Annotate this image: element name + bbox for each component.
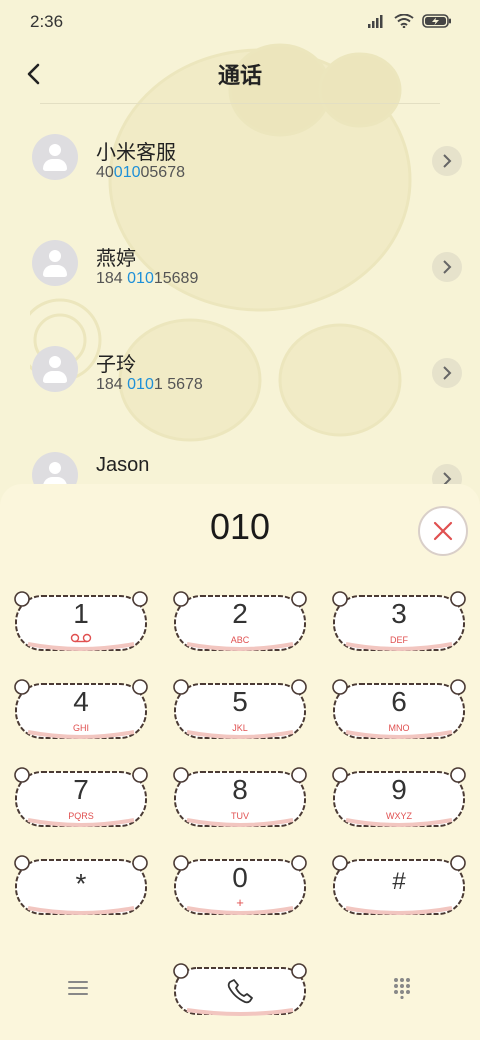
avatar — [32, 346, 78, 392]
key-digit: 3 — [391, 598, 407, 629]
header: 通话 — [0, 44, 480, 104]
key-digit: 4 — [73, 686, 89, 717]
key-letters: + — [236, 895, 244, 910]
details-button[interactable] — [432, 252, 462, 282]
contact-name: 燕婷 — [96, 248, 136, 270]
key-digit: 5 — [232, 686, 248, 717]
chevron-right-icon — [443, 260, 452, 274]
key-star[interactable]: * — [12, 854, 150, 918]
key-8[interactable]: 8 TUV — [171, 766, 309, 830]
key-digit: * — [75, 868, 87, 899]
battery-charging-icon — [422, 14, 451, 28]
dialpad: 010 1 2 ABC 3 DEF 4 GHI 5 JKL 6 MNO 7 PQ… — [0, 484, 480, 1040]
contact-number: 4001005678 — [96, 164, 185, 181]
key-4[interactable]: 4 GHI — [12, 678, 150, 742]
signal-icon — [368, 15, 383, 28]
key-6[interactable]: 6 MNO — [330, 678, 468, 742]
key-letters: TUV — [231, 811, 249, 821]
key-letters: JKL — [232, 723, 248, 733]
status-icons — [368, 12, 452, 30]
key-3[interactable]: 3 DEF — [330, 590, 468, 654]
key-sub — [12, 633, 150, 643]
result-row[interactable]: 子玲 184 0101 5678 — [0, 316, 480, 422]
status-time: 2:36 — [30, 12, 64, 31]
key-hash[interactable]: # — [330, 854, 468, 918]
menu-icon — [68, 981, 88, 995]
key-7[interactable]: 7 PQRS — [12, 766, 150, 830]
key-letters: WXYZ — [386, 811, 412, 821]
delete-button[interactable] — [418, 506, 468, 556]
dialed-number[interactable]: 010 — [0, 506, 480, 548]
avatar — [32, 240, 78, 286]
details-button[interactable] — [432, 464, 462, 484]
delete-icon — [433, 521, 453, 541]
phone-icon — [227, 979, 253, 1004]
page-title: 通话 — [217, 63, 262, 88]
key-digit: 9 — [391, 774, 407, 805]
wifi-icon — [394, 14, 414, 28]
contact-number: 184 01015689 — [96, 270, 199, 287]
details-button[interactable] — [432, 358, 462, 388]
voicemail-icon — [70, 633, 92, 643]
chevron-right-icon — [443, 472, 452, 484]
key-letters: PQRS — [68, 811, 94, 821]
result-row[interactable]: 燕婷 184 01015689 — [0, 210, 480, 316]
key-digit: 2 — [232, 598, 248, 629]
key-digit: 7 — [73, 774, 89, 805]
result-row[interactable]: Jason — [0, 422, 480, 484]
contact-name: 小米客服 — [96, 142, 176, 164]
key-letters: ABC — [230, 635, 250, 645]
key-1[interactable]: 1 — [12, 590, 150, 654]
contact-name: Jason — [96, 454, 150, 476]
dialpad-toggle-button[interactable] — [386, 972, 418, 1004]
dialpad-grid-icon — [394, 978, 410, 999]
contact-number: 184 0101 5678 — [96, 376, 203, 393]
menu-button[interactable] — [62, 972, 94, 1004]
call-button[interactable] — [171, 962, 309, 1018]
chevron-right-icon — [443, 154, 452, 168]
key-digit: 0 — [232, 862, 248, 893]
status-bar: 2:36 — [0, 0, 480, 44]
key-2[interactable]: 2 ABC — [171, 590, 309, 654]
key-letters: GHI — [72, 723, 89, 733]
result-row[interactable]: 小米客服 4001005678 — [0, 104, 480, 210]
details-button[interactable] — [432, 146, 462, 176]
key-digit: 6 — [391, 686, 407, 717]
chevron-right-icon — [443, 366, 452, 380]
key-digit: 8 — [232, 774, 248, 805]
contact-name: 子玲 — [96, 354, 136, 376]
key-9[interactable]: 9 WXYZ — [330, 766, 468, 830]
avatar — [32, 134, 78, 180]
key-digit: 1 — [73, 598, 89, 629]
key-letters: DEF — [390, 635, 408, 645]
search-results: 小米客服 4001005678 燕婷 184 01015689 子玲 184 0… — [0, 104, 480, 484]
avatar — [32, 452, 78, 484]
key-digit: # — [392, 868, 406, 895]
key-letters: MNO — [388, 723, 410, 733]
key-0[interactable]: 0 + — [171, 854, 309, 918]
key-5[interactable]: 5 JKL — [171, 678, 309, 742]
